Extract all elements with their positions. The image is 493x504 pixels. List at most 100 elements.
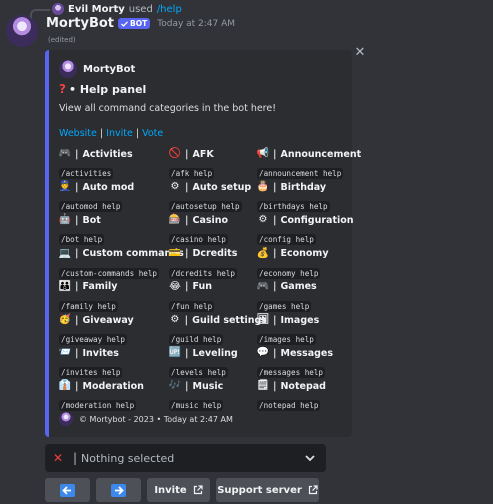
field-separator: | (75, 347, 79, 359)
bot-badge: BOT (118, 18, 151, 29)
invite-button[interactable]: Invite (147, 478, 210, 502)
field-name: ⚙ | Guild settings (169, 313, 267, 327)
family-icon: 👪 (58, 280, 72, 292)
embed-field: 🤖 | Bot/bot help (59, 213, 157, 246)
field-name: 👮 | Auto mod (59, 180, 157, 194)
embed-field: 👪 | Family/family help (59, 280, 157, 313)
embed-field: 💻 | Custom commands/custom-commands help (59, 247, 184, 280)
birthday-icon: 🎂 (256, 181, 270, 193)
field-title: Images (280, 314, 320, 326)
field-title: Activities (82, 148, 133, 160)
field-name: 💳 | Dcredits (169, 247, 267, 261)
field-separator: | (185, 181, 189, 193)
embed-field: 💬 | Messages/messages help (257, 346, 355, 379)
close-icon[interactable]: ✕ (354, 46, 366, 60)
field-name: 📢 | Announcement (257, 147, 361, 161)
field-command: /images help (257, 334, 316, 345)
field-title: Auto setup (192, 181, 252, 193)
field-separator: | (273, 248, 277, 260)
field-title: Configuration (280, 214, 354, 226)
bot-avatar[interactable] (6, 15, 38, 47)
message-header: MortyBot BOT Today at 2:47 AM (46, 16, 235, 31)
field-name: 🎰 | Casino (169, 213, 267, 227)
question-mark-icon: ? (59, 82, 66, 96)
reply-avatar[interactable] (52, 3, 64, 15)
field-name: 🚫 | AFK (169, 147, 267, 161)
field-separator: | (185, 148, 189, 160)
link-separator: | (135, 128, 140, 139)
field-command: /giveaway help (59, 334, 128, 345)
field-title: Birthday (280, 181, 327, 193)
select-divider: | (73, 451, 78, 465)
moderation-icon: 👔 (58, 380, 72, 392)
embed-field: 📨 | Invites/invites help (59, 346, 157, 379)
field-name: 🆙 | Leveling (169, 346, 267, 360)
reply-reference[interactable]: Evil Morty used /help (52, 2, 182, 16)
field-separator: | (273, 148, 277, 160)
field-separator: | (184, 314, 189, 326)
field-separator: | (75, 380, 79, 392)
link-separator: | (99, 128, 104, 139)
embed-field: 💰 | Economy/economy help (257, 247, 355, 280)
previous-button[interactable] (45, 478, 90, 502)
field-command: /music help (169, 400, 224, 412)
field-separator: | (185, 281, 189, 293)
footer-avatar (59, 412, 73, 426)
field-name: 🎮 | Games (257, 280, 355, 294)
category-select[interactable]: ✕ | Nothing selected (45, 444, 326, 472)
field-name: 🥳 | Giveaway (59, 313, 157, 327)
autosetup-icon: ⚙ (170, 181, 180, 193)
field-separator: | (75, 248, 79, 260)
field-separator: | (185, 214, 189, 226)
embed-title-text: • Help panel (68, 82, 147, 96)
field-title: Notepad (280, 380, 326, 392)
field-name: 🖼 | Images (257, 313, 355, 327)
field-separator: | (75, 314, 79, 326)
support-button-label: Support server (217, 484, 302, 496)
support-server-button[interactable]: Support server (216, 478, 319, 502)
images-icon: 🖼 (256, 314, 270, 325)
embed-field: 🎮 | Games/games help (257, 280, 355, 313)
help-embed: MortyBot ? • Help panel View all command… (45, 50, 361, 437)
economy-icon: 💰 (256, 247, 270, 259)
giveaway-icon: 🥳 (58, 314, 72, 325)
dcredits-icon: 💳 (168, 247, 182, 259)
embed-author-avatar (59, 60, 77, 78)
field-separator: | (273, 181, 277, 193)
reply-username[interactable]: Evil Morty (68, 4, 125, 15)
message-timestamp[interactable]: Today at 2:47 AM (157, 19, 235, 29)
embed-field: 📢 | Announcement/announcement help (257, 147, 361, 180)
next-button[interactable] (96, 478, 141, 502)
music-icon: 🎶 (168, 380, 182, 392)
embed-field: ⚙ | Guild settings/guild help (169, 313, 267, 346)
field-name: 🤖 | Bot (59, 213, 157, 227)
field-title: Bot (82, 214, 101, 226)
embed-description: View all command categories in the bot h… (59, 103, 277, 114)
field-separator: | (273, 347, 277, 359)
arrow-right-icon (111, 483, 126, 497)
edited-label: (edited) (48, 36, 76, 44)
embed-field: 🎰 | Casino/casino help (169, 213, 267, 246)
bot-badge-label: BOT (130, 19, 148, 28)
field-name: 🗒 | Notepad (257, 379, 355, 393)
field-command: /guild help (169, 334, 224, 345)
field-command: /family help (59, 300, 118, 312)
embed-field: ⚙ | Auto setup/autosetup help (169, 180, 267, 213)
reply-command[interactable]: /help (157, 4, 182, 15)
website-link[interactable]: Website (59, 128, 97, 139)
field-title: Leveling (192, 347, 238, 359)
field-separator: | (185, 380, 189, 392)
select-placeholder: Nothing selected (81, 451, 175, 465)
field-separator: | (75, 181, 79, 193)
field-title: Fun (192, 281, 213, 293)
embed-field: 🎂 | Birthday/birthdays help (257, 180, 355, 213)
vote-link[interactable]: Vote (142, 128, 163, 139)
field-title: Invites (82, 347, 119, 359)
field-separator: | (75, 281, 79, 293)
invite-link[interactable]: Invite (106, 128, 133, 139)
embed-author-name: MortyBot (83, 63, 136, 75)
field-command: /birthdays help (257, 201, 330, 213)
author-name[interactable]: MortyBot (46, 16, 114, 31)
field-separator: | (185, 347, 189, 359)
embed-field: 🗒 | Notepad/notepad help (257, 379, 355, 412)
